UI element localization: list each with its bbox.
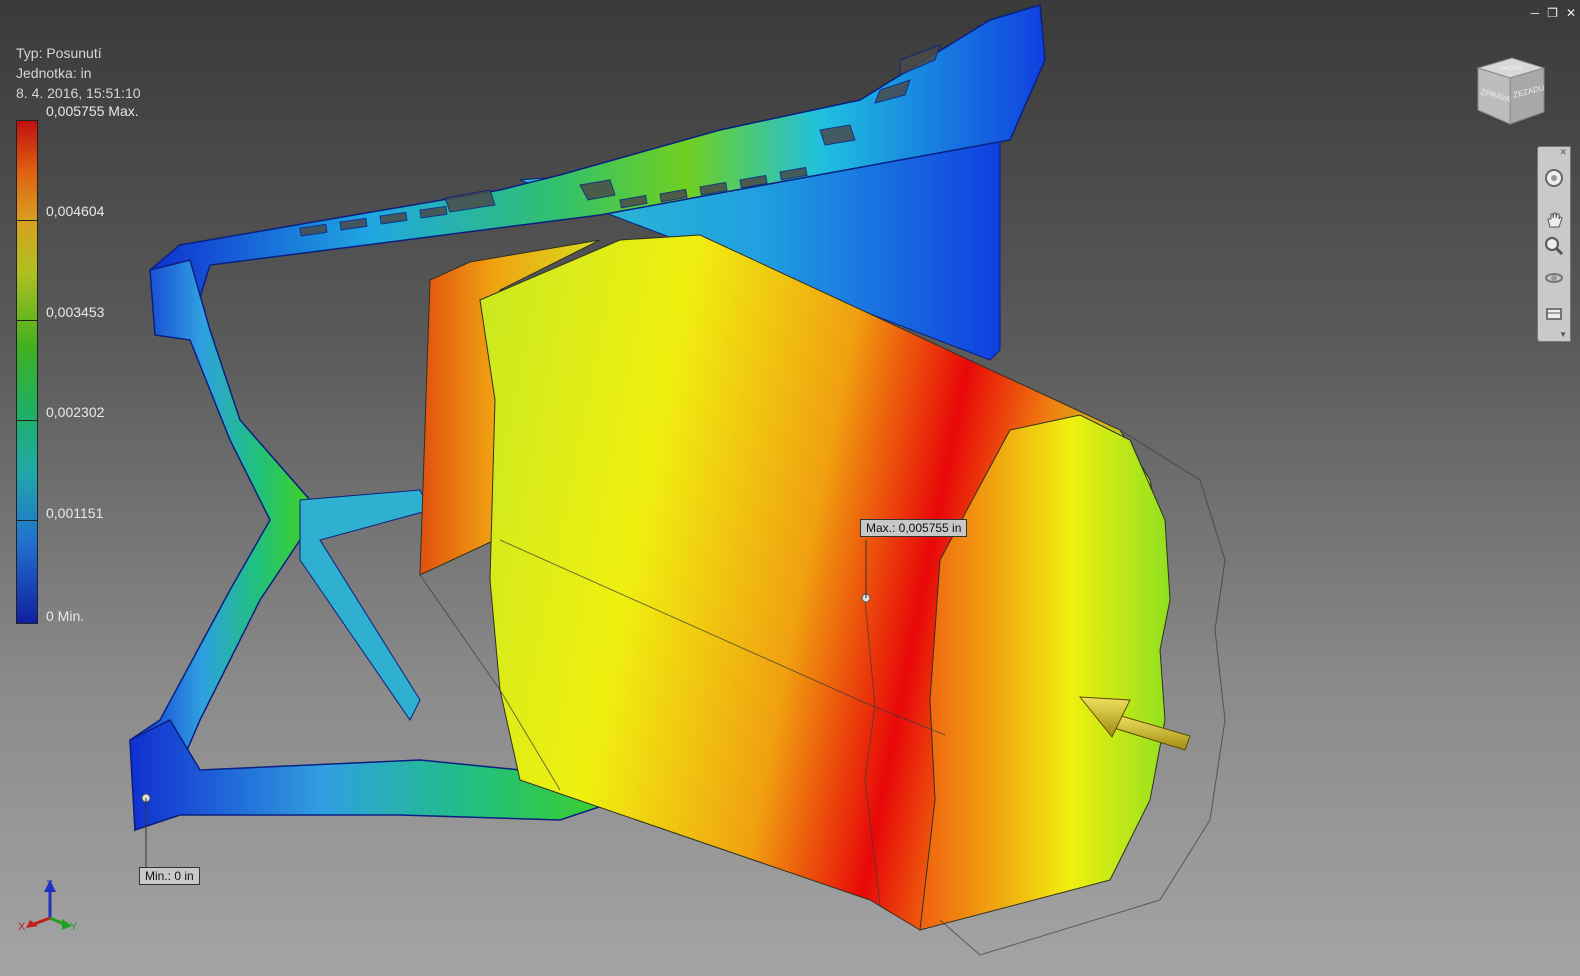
fea-model[interactable] [0,0,1580,976]
viewcube[interactable]: ZPRAVA ZEZADU SHORA [1474,54,1548,128]
cross-brace [299,489,431,721]
legend-tick [16,320,38,321]
axis-z-label: Z [46,879,53,891]
legend-label: 0,001151 [46,505,104,521]
look-at-icon[interactable] [1543,303,1565,325]
min-value-callout[interactable]: Min.: 0 in [139,867,200,885]
legend-label: 0,003453 [46,304,105,320]
legend-label: 0,004604 [46,203,105,219]
result-date-label: 8. 4. 2016, 15:51:10 [16,85,141,101]
viewcube-face-top[interactable]: SHORA [1500,66,1521,72]
max-value-callout[interactable]: Max.: 0,005755 in [860,519,968,537]
axis-y-label: Y [70,921,78,933]
zoom-icon[interactable] [1543,235,1565,257]
pan-icon[interactable] [1543,209,1565,231]
color-legend-bar [16,120,38,624]
graphics-viewport[interactable]: Typ: Posunutí Jednotka: in 8. 4. 2016, 1… [0,0,1580,976]
navbar-close-icon[interactable]: ✕ [1559,147,1567,158]
restore-icon[interactable]: ❐ [1547,6,1558,20]
legend-label-max: 0,005755 Max. [46,103,139,119]
legend-tick [16,420,38,421]
result-type-label: Typ: Posunutí [16,45,102,61]
legend-tick [16,120,38,121]
axis-triad: Z X Y [18,879,78,933]
legend-tick [16,520,38,521]
result-unit-label: Jednotka: in [16,65,92,81]
legend-label-min: 0 Min. [46,608,85,624]
steering-wheel-icon[interactable] [1543,167,1565,189]
legend-tick [16,220,38,221]
legend-label: 0,002302 [46,404,105,420]
navbar-customize-icon[interactable]: ▼ [1559,330,1567,339]
window-controls: ─ ❐ ✕ [1531,6,1576,20]
close-icon[interactable]: ✕ [1566,6,1576,20]
orbit-icon[interactable] [1543,267,1565,289]
minimize-icon[interactable]: ─ [1531,6,1540,20]
axis-x-label: X [18,921,26,933]
navigation-bar: ✕ ▼ [1537,146,1571,342]
